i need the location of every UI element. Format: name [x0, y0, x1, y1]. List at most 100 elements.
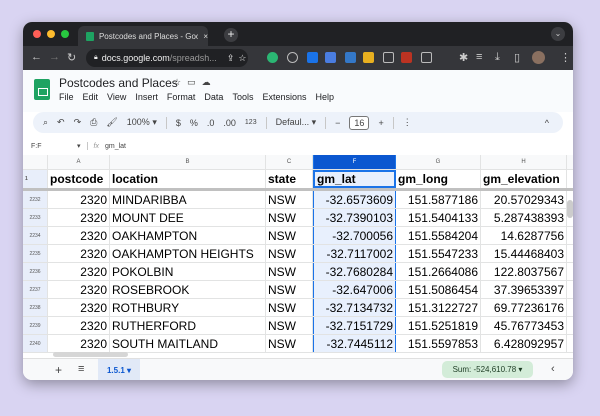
forward-icon[interactable]: → [49, 51, 60, 63]
horizontal-scrollbar[interactable] [53, 352, 128, 357]
power-extension-icon[interactable] [287, 52, 298, 63]
cell-gm-long[interactable]: 151.3122727 [396, 299, 481, 316]
cell-location[interactable]: ROSEBROOK [110, 281, 266, 298]
cell-gm-lat[interactable]: -32.7390103 [313, 209, 396, 226]
cell-state[interactable]: NSW [266, 245, 313, 262]
cell-location[interactable]: ROTHBURY [110, 299, 266, 316]
font-select[interactable]: Defaul... ▾ [276, 117, 317, 128]
extension-icon[interactable] [267, 52, 278, 63]
cell-gm-lat[interactable]: -32.7151729 [313, 317, 396, 334]
cell-gm-elevation[interactable]: 14.6287756 [481, 227, 567, 244]
cloud-status-icon[interactable]: ☁ [202, 77, 217, 87]
font-size-input[interactable]: 16 [349, 115, 370, 130]
cell-gm-lat[interactable]: -32.7680284 [313, 263, 396, 280]
menu-file[interactable]: File [59, 92, 74, 102]
profile-avatar[interactable] [532, 51, 545, 64]
cell-gm-long[interactable]: 151.5404133 [396, 209, 481, 226]
cell-gm-lat[interactable]: -32.7117002 [313, 245, 396, 262]
menu-extensions[interactable]: Extensions [262, 92, 306, 102]
menu-tools[interactable]: Tools [232, 92, 253, 102]
row-header[interactable]: 2236 [23, 263, 48, 280]
cell-state[interactable]: state [266, 170, 313, 188]
row-header[interactable]: 2237 [23, 281, 48, 298]
maximize-window-button[interactable] [61, 30, 69, 38]
cell-gm-long[interactable]: 151.5877186 [396, 191, 481, 208]
cell-gm-lat[interactable]: gm_lat [313, 170, 396, 188]
cell-postcode[interactable]: 2320 [48, 299, 110, 316]
row-header[interactable]: 2240 [23, 335, 48, 352]
column-header-G[interactable]: G [396, 155, 481, 169]
column-header-F[interactable]: F [313, 155, 396, 169]
cell-location[interactable]: SOUTH MAITLAND [110, 335, 266, 352]
row-header[interactable]: 2234 [23, 227, 48, 244]
all-sheets-button[interactable]: ≡ [78, 363, 84, 375]
currency-button[interactable]: $ [176, 118, 181, 128]
sheets-logo-icon[interactable] [34, 79, 50, 100]
row-header[interactable]: 2235 [23, 245, 48, 262]
cell-postcode[interactable]: 2320 [48, 227, 110, 244]
chrome-menu-icon[interactable]: ⋮ [560, 51, 571, 64]
cell-postcode[interactable]: 2320 [48, 245, 110, 262]
extension-icon[interactable] [401, 52, 412, 63]
browser-tab[interactable]: Postcodes and Places - Googl × [78, 26, 208, 46]
menu-format[interactable]: Format [167, 92, 196, 102]
extension-icon[interactable] [363, 52, 374, 63]
print-icon[interactable]: ⎙ [90, 117, 97, 128]
cell-gm-elevation[interactable]: gm_elevation [481, 170, 567, 188]
cell-gm-lat[interactable]: -32.647006 [313, 281, 396, 298]
cell-state[interactable]: NSW [266, 299, 313, 316]
row-header[interactable]: 2232 [23, 191, 48, 208]
cell-state[interactable]: NSW [266, 191, 313, 208]
minimize-window-button[interactable] [47, 30, 55, 38]
spreadsheet-grid[interactable]: A B C F G H 1 postcode location state gm_lat gm_lon… [23, 155, 573, 358]
paint-format-icon[interactable]: 🖌︎ [106, 117, 117, 128]
increase-font-size-button[interactable]: + [378, 118, 383, 128]
add-sheet-button[interactable]: + [55, 363, 62, 377]
row-header[interactable]: 1 [23, 170, 48, 188]
menu-insert[interactable]: Insert [135, 92, 158, 102]
bitwarden-icon[interactable] [307, 52, 318, 63]
cell-gm-long[interactable]: 151.5086454 [396, 281, 481, 298]
cell-gm-long[interactable]: 151.5597853 [396, 335, 481, 352]
cell-gm-elevation[interactable]: 15.44468403 [481, 245, 567, 262]
cell-gm-long[interactable]: 151.5547233 [396, 245, 481, 262]
column-header-A[interactable]: A [48, 155, 110, 169]
cell-gm-long[interactable]: gm_long [396, 170, 481, 188]
star-icon[interactable]: ☆ [173, 77, 187, 87]
cell-gm-elevation[interactable]: 5.287438393 [481, 209, 567, 226]
row-header[interactable]: 2238 [23, 299, 48, 316]
cell-location[interactable]: POKOLBIN [110, 263, 266, 280]
more-icon[interactable]: ⋮ [403, 117, 412, 128]
menu-help[interactable]: Help [315, 92, 334, 102]
cell-state[interactable]: NSW [266, 209, 313, 226]
redo-icon[interactable]: ↷ [74, 117, 82, 128]
puzzle-extensions-icon[interactable]: ✱ [459, 51, 468, 64]
url-field[interactable]: 🔒︎ docs.google.com/spreadsh... ⇪ ☆ [86, 49, 248, 67]
cell-postcode[interactable]: 2320 [48, 191, 110, 208]
name-box[interactable]: F:F [31, 143, 71, 150]
cell-location[interactable]: OAKHAMPTON HEIGHTS [110, 245, 266, 262]
cell-state[interactable]: NSW [266, 335, 313, 352]
extension-icon[interactable] [345, 52, 356, 63]
menu-edit[interactable]: Edit [83, 92, 99, 102]
new-tab-button[interactable]: + [224, 28, 238, 42]
cell-postcode[interactable]: 2320 [48, 317, 110, 334]
cell-location[interactable]: MOUNT DEE [110, 209, 266, 226]
cell-gm-lat[interactable]: -32.700056 [313, 227, 396, 244]
cell-gm-long[interactable]: 151.5584204 [396, 227, 481, 244]
collapse-side-icon[interactable]: ‹ [551, 363, 555, 375]
column-header-H[interactable]: H [481, 155, 567, 169]
cell-location[interactable]: MINDARIBBA [110, 191, 266, 208]
cell-gm-long[interactable]: 151.5251819 [396, 317, 481, 334]
translate-icon[interactable] [325, 52, 336, 63]
decrease-decimal-button[interactable]: .0 [207, 118, 215, 128]
row-header[interactable]: 2239 [23, 317, 48, 334]
reading-list-icon[interactable]: ≡ [476, 51, 482, 63]
collapse-toolbar-icon[interactable]: ^ [545, 118, 549, 128]
number-format-button[interactable]: 123 [245, 119, 257, 126]
cell-gm-elevation[interactable]: 6.428092957 [481, 335, 567, 352]
cell-location[interactable]: OAKHAMPTON [110, 227, 266, 244]
name-box-dropdown-icon[interactable]: ▾ [77, 142, 81, 150]
column-header-C[interactable]: C [266, 155, 313, 169]
percent-button[interactable]: % [190, 118, 198, 128]
